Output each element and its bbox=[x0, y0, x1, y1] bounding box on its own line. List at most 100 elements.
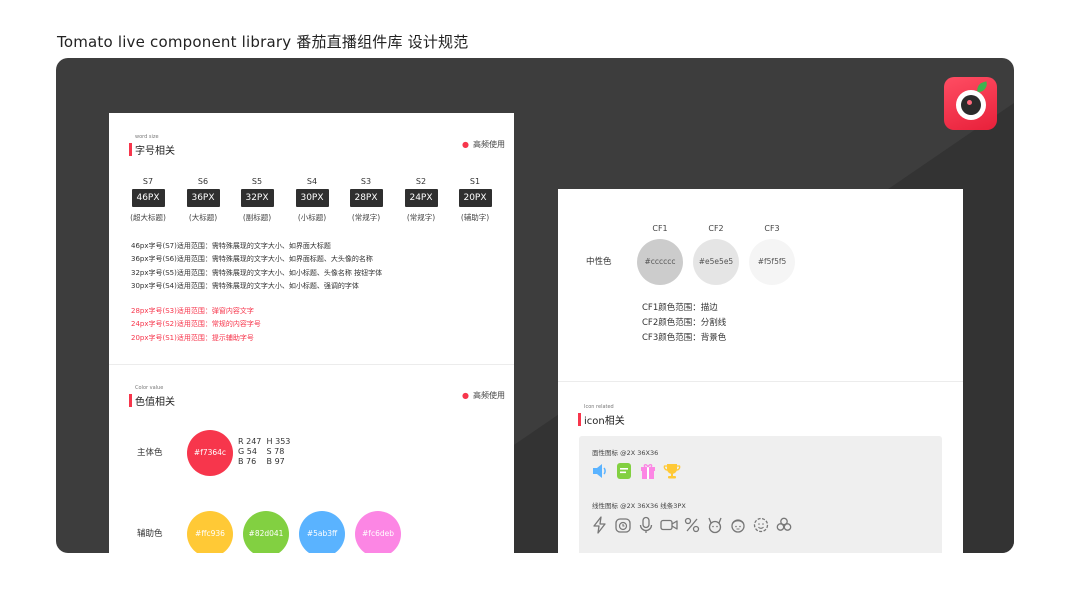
lightning-icon bbox=[590, 515, 610, 535]
font-rules-list: 46px字号(S7)适用范围：需特殊展现的文字大小、如界面大标题 36px字号(… bbox=[131, 240, 382, 294]
video-camera-icon bbox=[659, 515, 679, 535]
neutral-rule-line: CF1颜色范围：描边 bbox=[642, 303, 718, 313]
font-rule-line: 30px字号(S4)适用范围：需特殊展现的文字大小、如小标题、强调的字体 bbox=[131, 282, 359, 291]
page-title: Tomato live component library 番茄直播组件库 设计… bbox=[57, 33, 469, 51]
rgb-g: G 54 bbox=[238, 447, 257, 456]
size-desc: (超大标题) bbox=[130, 213, 166, 222]
hsb-s: S 78 bbox=[266, 447, 285, 456]
neutral-swatch-cf2: #e5e5e5 bbox=[693, 239, 739, 285]
rgb-b: B 76 bbox=[238, 457, 257, 466]
size-label: S2 bbox=[415, 177, 427, 186]
rgb-r: R 247 bbox=[238, 437, 262, 446]
frequent-use-tag: ● 高频使用 bbox=[462, 390, 505, 401]
timer-icon bbox=[613, 515, 633, 535]
size-label: S6 bbox=[197, 177, 209, 186]
size-chip: 24PX bbox=[404, 189, 438, 207]
neutral-swatch-cf3: #f5f5f5 bbox=[749, 239, 795, 285]
font-rules-highlight-list: 28px字号(S3)适用范围：弹窗内容文字 24px字号(S2)适用范围：常规的… bbox=[131, 305, 261, 345]
outline-icons-row bbox=[590, 515, 794, 535]
size-desc: (大标题) bbox=[188, 213, 218, 222]
size-label: S5 bbox=[251, 177, 263, 186]
gift-icon bbox=[638, 461, 658, 481]
size-desc: (副标题) bbox=[242, 213, 272, 222]
size-desc: (辅助字) bbox=[460, 213, 490, 222]
size-chip: 46PX bbox=[131, 189, 165, 207]
smile-face-icon bbox=[751, 515, 771, 535]
trophy-icon bbox=[662, 461, 682, 481]
font-rule-line: 32px字号(S5)适用范围：需特殊展现的文字大小、如小标题、头像名称 按钮字体 bbox=[131, 268, 383, 277]
outline-icons-label: 线性图标 @2X 36X36 线条3PX bbox=[592, 502, 686, 510]
section-small-label: Color value bbox=[135, 385, 164, 391]
aux-color-swatch-blue: #5ab3ff bbox=[299, 511, 345, 553]
girl-face-icon bbox=[728, 515, 748, 535]
size-chip: 20PX bbox=[458, 189, 492, 207]
microphone-icon bbox=[636, 515, 656, 535]
frequent-label: 高频使用 bbox=[473, 140, 505, 149]
icon-showcase-panel: 面性图标 @2X 36X36 线性图标 @2X 36X36 线条3PX bbox=[579, 436, 942, 553]
cf-label: CF3 bbox=[764, 224, 780, 233]
font-rule-line-red: 24px字号(S2)适用范围：常规的内容字号 bbox=[131, 320, 261, 329]
primary-color-values: R 247 H 353 G 54 S 78 B 76 B 97 bbox=[238, 437, 293, 467]
design-board: word size 字号相关 ● 高频使用 S7 46PX (超大标题) S6 3… bbox=[56, 58, 1014, 553]
neutral-swatch-cf1: #cccccc bbox=[637, 239, 683, 285]
size-item: S2 24PX (常规字) bbox=[401, 177, 441, 223]
size-desc: (常规字) bbox=[351, 213, 381, 222]
size-label: S4 bbox=[306, 177, 318, 186]
aux-color-swatch-yellow: #ffc936 bbox=[187, 511, 233, 553]
left-spec-card: word size 字号相关 ● 高频使用 S7 46PX (超大标题) S6 3… bbox=[109, 113, 514, 553]
section-title: 色值相关 bbox=[135, 397, 175, 408]
size-item: S5 32PX (副标题) bbox=[237, 177, 277, 223]
dot-icon: ● bbox=[462, 140, 469, 149]
size-item: S1 20PX (辅助字) bbox=[455, 177, 495, 223]
size-chip: 30PX bbox=[295, 189, 329, 207]
dot-icon: ● bbox=[462, 391, 469, 400]
section-accent-bar bbox=[129, 394, 132, 407]
lens-dot bbox=[967, 100, 972, 105]
size-item: S3 28PX (常规字) bbox=[346, 177, 386, 223]
filled-icons-row bbox=[590, 461, 682, 481]
primary-color-swatch: #f7364c bbox=[187, 430, 233, 476]
frequent-label: 高频使用 bbox=[473, 391, 505, 400]
frequent-use-tag: ● 高频使用 bbox=[462, 139, 505, 150]
size-desc: (常规字) bbox=[406, 213, 436, 222]
neutral-rules-list: CF1颜色范围：描边 CF2颜色范围：分割线 CF3颜色范围：背景色 bbox=[642, 301, 726, 346]
neutral-rule-line: CF2颜色范围：分割线 bbox=[642, 318, 727, 328]
primary-color-label: 主体色 bbox=[137, 448, 163, 458]
neutral-rule-line: CF3颜色范围：背景色 bbox=[642, 333, 727, 343]
size-chip: 36PX bbox=[186, 189, 220, 207]
size-chip: 32PX bbox=[240, 189, 274, 207]
tomato-app-logo bbox=[944, 77, 997, 130]
font-rule-line-red: 20px字号(S1)适用范围：提示辅助字号 bbox=[131, 333, 254, 342]
section-accent-bar bbox=[129, 143, 132, 156]
section-small-label: Icon related bbox=[584, 404, 614, 410]
size-item: S7 46PX (超大标题) bbox=[128, 177, 168, 223]
aux-color-label: 辅助色 bbox=[137, 529, 163, 539]
rabbit-face-icon bbox=[705, 515, 725, 535]
percent-icon bbox=[682, 515, 702, 535]
note-icon bbox=[614, 461, 634, 481]
section-divider bbox=[558, 381, 963, 382]
section-accent-bar bbox=[578, 413, 581, 426]
section-title: icon相关 bbox=[584, 416, 625, 427]
hsb-b: B 97 bbox=[266, 457, 285, 466]
section-small-label: word size bbox=[135, 134, 159, 140]
speaker-icon bbox=[590, 461, 610, 481]
cf-label: CF2 bbox=[708, 224, 724, 233]
neutral-color-label: 中性色 bbox=[586, 257, 612, 267]
size-item: S6 36PX (大标题) bbox=[183, 177, 223, 223]
size-label: S7 bbox=[142, 177, 154, 186]
section-title: 字号相关 bbox=[135, 146, 175, 157]
lens-inner bbox=[961, 95, 981, 115]
font-rule-line: 46px字号(S7)适用范围：需特殊展现的文字大小、如界面大标题 bbox=[131, 242, 331, 250]
right-spec-card: CF1 CF2 CF3 中性色 #cccccc #e5e5e5 #f5f5f5 … bbox=[558, 189, 963, 553]
size-item: S4 30PX (小标题) bbox=[292, 177, 332, 223]
font-rule-line-red: 28px字号(S3)适用范围：弹窗内容文字 bbox=[131, 307, 254, 315]
aux-color-swatch-green: #82d041 bbox=[243, 511, 289, 553]
filled-icons-label: 面性图标 @2X 36X36 bbox=[592, 449, 659, 457]
font-rule-line: 36px字号(S6)适用范围：需特殊展现的文字大小、如界面标题、大头像的名称 bbox=[131, 255, 373, 264]
size-desc: (小标题) bbox=[297, 213, 327, 222]
size-label: S3 bbox=[360, 177, 372, 186]
hsb-h: H 353 bbox=[266, 437, 291, 446]
section-divider bbox=[109, 364, 514, 365]
size-chip: 28PX bbox=[349, 189, 383, 207]
